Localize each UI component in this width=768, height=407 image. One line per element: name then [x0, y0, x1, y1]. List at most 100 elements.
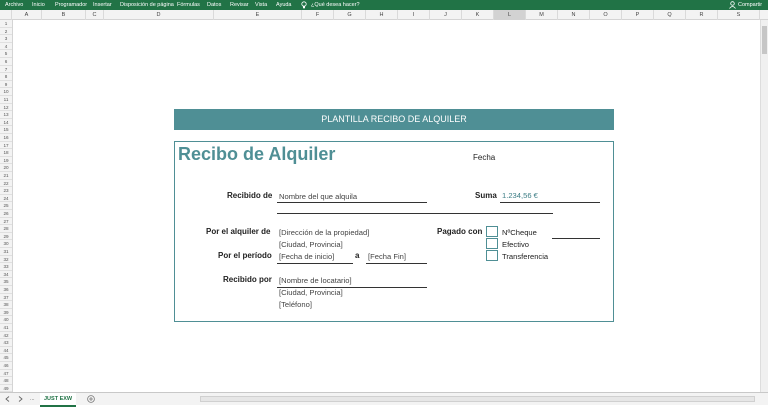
row-9[interactable]: 9 [0, 81, 12, 89]
col-s[interactable]: S [718, 10, 760, 20]
row-41[interactable]: 41 [0, 324, 12, 332]
row-37[interactable]: 37 [0, 294, 12, 302]
periodo-fin[interactable]: [Fecha Fin] [368, 252, 406, 261]
row-26[interactable]: 26 [0, 210, 12, 218]
add-sheet-icon[interactable] [87, 395, 95, 403]
col-n[interactable]: N [558, 10, 590, 20]
row-29[interactable]: 29 [0, 233, 12, 241]
col-m[interactable]: M [526, 10, 558, 20]
row-6[interactable]: 6 [0, 58, 12, 66]
col-a[interactable]: A [12, 10, 42, 20]
row-16[interactable]: 16 [0, 134, 12, 142]
tab-disposicion[interactable]: Disposición de página [120, 0, 174, 10]
row-14[interactable]: 14 [0, 119, 12, 127]
alquiler-value[interactable]: [Dirección de la propiedad] [279, 228, 369, 237]
tab-vista[interactable]: Vista [255, 0, 267, 10]
col-l[interactable]: L [494, 10, 526, 20]
row-31[interactable]: 31 [0, 248, 12, 256]
col-o[interactable]: O [590, 10, 622, 20]
row-35[interactable]: 35 [0, 278, 12, 286]
row-23[interactable]: 23 [0, 187, 12, 195]
col-r[interactable]: R [686, 10, 718, 20]
tell-me-search[interactable]: ¿Qué desea hacer? [311, 0, 360, 10]
select-all-corner[interactable] [0, 10, 12, 20]
row-17[interactable]: 17 [0, 142, 12, 150]
col-e[interactable]: E [214, 10, 302, 20]
row-3[interactable]: 3 [0, 35, 12, 43]
more-sheets-ellipsis[interactable]: ... [30, 394, 35, 404]
row-24[interactable]: 24 [0, 195, 12, 203]
row-48[interactable]: 48 [0, 377, 12, 385]
row-34[interactable]: 34 [0, 271, 12, 279]
row-40[interactable]: 40 [0, 316, 12, 324]
row-12[interactable]: 12 [0, 104, 12, 112]
row-8[interactable]: 8 [0, 73, 12, 81]
row-46[interactable]: 46 [0, 362, 12, 370]
row-13[interactable]: 13 [0, 111, 12, 119]
row-25[interactable]: 25 [0, 202, 12, 210]
col-g[interactable]: G [334, 10, 366, 20]
col-i[interactable]: I [398, 10, 430, 20]
recibido-por-value[interactable]: [Nombre de locatario] [279, 276, 352, 285]
row-4[interactable]: 4 [0, 43, 12, 51]
row-30[interactable]: 30 [0, 240, 12, 248]
row-44[interactable]: 44 [0, 347, 12, 355]
tab-formulas[interactable]: Fórmulas [177, 0, 200, 10]
periodo-inicio[interactable]: [Fecha de inicio] [279, 252, 334, 261]
recibido-de-value[interactable]: Nombre del que alquila [279, 192, 357, 201]
row-11[interactable]: 11 [0, 96, 12, 104]
row-header: 1 2 3 4 5 6 7 8 9 10 11 12 13 14 15 16 17 18 19 20 21 22 23 24 2… [0, 20, 13, 393]
tab-programador[interactable]: Programador [55, 0, 87, 10]
vertical-scroll-thumb[interactable] [762, 26, 767, 54]
alquiler-ciudad[interactable]: [Ciudad, Provincia] [279, 240, 343, 249]
tab-insertar[interactable]: Insertar [93, 0, 112, 10]
efectivo-checkbox[interactable] [486, 238, 498, 249]
recibido-por-telefono[interactable]: [Teléfono] [279, 300, 312, 309]
row-28[interactable]: 28 [0, 225, 12, 233]
row-45[interactable]: 45 [0, 354, 12, 362]
row-18[interactable]: 18 [0, 149, 12, 157]
row-1[interactable]: 1 [0, 20, 12, 28]
row-27[interactable]: 27 [0, 218, 12, 226]
horizontal-scrollbar[interactable] [200, 396, 755, 402]
col-h[interactable]: H [366, 10, 398, 20]
row-20[interactable]: 20 [0, 164, 12, 172]
tab-datos[interactable]: Datos [207, 0, 221, 10]
row-10[interactable]: 10 [0, 88, 12, 96]
recibido-por-ciudad[interactable]: [Ciudad, Provincia] [279, 288, 343, 297]
vertical-scrollbar[interactable] [760, 20, 768, 392]
col-q[interactable]: Q [654, 10, 686, 20]
row-19[interactable]: 19 [0, 157, 12, 165]
scroll-left-icon[interactable] [5, 396, 10, 402]
row-38[interactable]: 38 [0, 301, 12, 309]
tab-ayuda[interactable]: Ayuda [276, 0, 292, 10]
row-47[interactable]: 47 [0, 370, 12, 378]
col-j[interactable]: J [430, 10, 462, 20]
col-d[interactable]: D [104, 10, 214, 20]
row-42[interactable]: 42 [0, 332, 12, 340]
tab-inicio[interactable]: Inicio [32, 0, 45, 10]
row-32[interactable]: 32 [0, 256, 12, 264]
row-39[interactable]: 39 [0, 309, 12, 317]
col-k[interactable]: K [462, 10, 494, 20]
row-33[interactable]: 33 [0, 263, 12, 271]
row-7[interactable]: 7 [0, 66, 12, 74]
tab-archivo[interactable]: Archivo [5, 0, 23, 10]
col-f[interactable]: F [302, 10, 334, 20]
row-15[interactable]: 15 [0, 126, 12, 134]
row-5[interactable]: 5 [0, 50, 12, 58]
scroll-right-icon[interactable] [18, 396, 23, 402]
row-2[interactable]: 2 [0, 28, 12, 36]
cheque-checkbox[interactable] [486, 226, 498, 237]
col-p[interactable]: P [622, 10, 654, 20]
row-43[interactable]: 43 [0, 339, 12, 347]
row-36[interactable]: 36 [0, 286, 12, 294]
row-21[interactable]: 21 [0, 172, 12, 180]
suma-value[interactable]: 1.234,56 € [502, 191, 538, 200]
share-button[interactable]: Compartir [738, 0, 762, 10]
col-c[interactable]: C [86, 10, 104, 20]
tab-revisar[interactable]: Revisar [230, 0, 249, 10]
row-22[interactable]: 22 [0, 180, 12, 188]
col-b[interactable]: B [42, 10, 86, 20]
transferencia-checkbox[interactable] [486, 250, 498, 261]
